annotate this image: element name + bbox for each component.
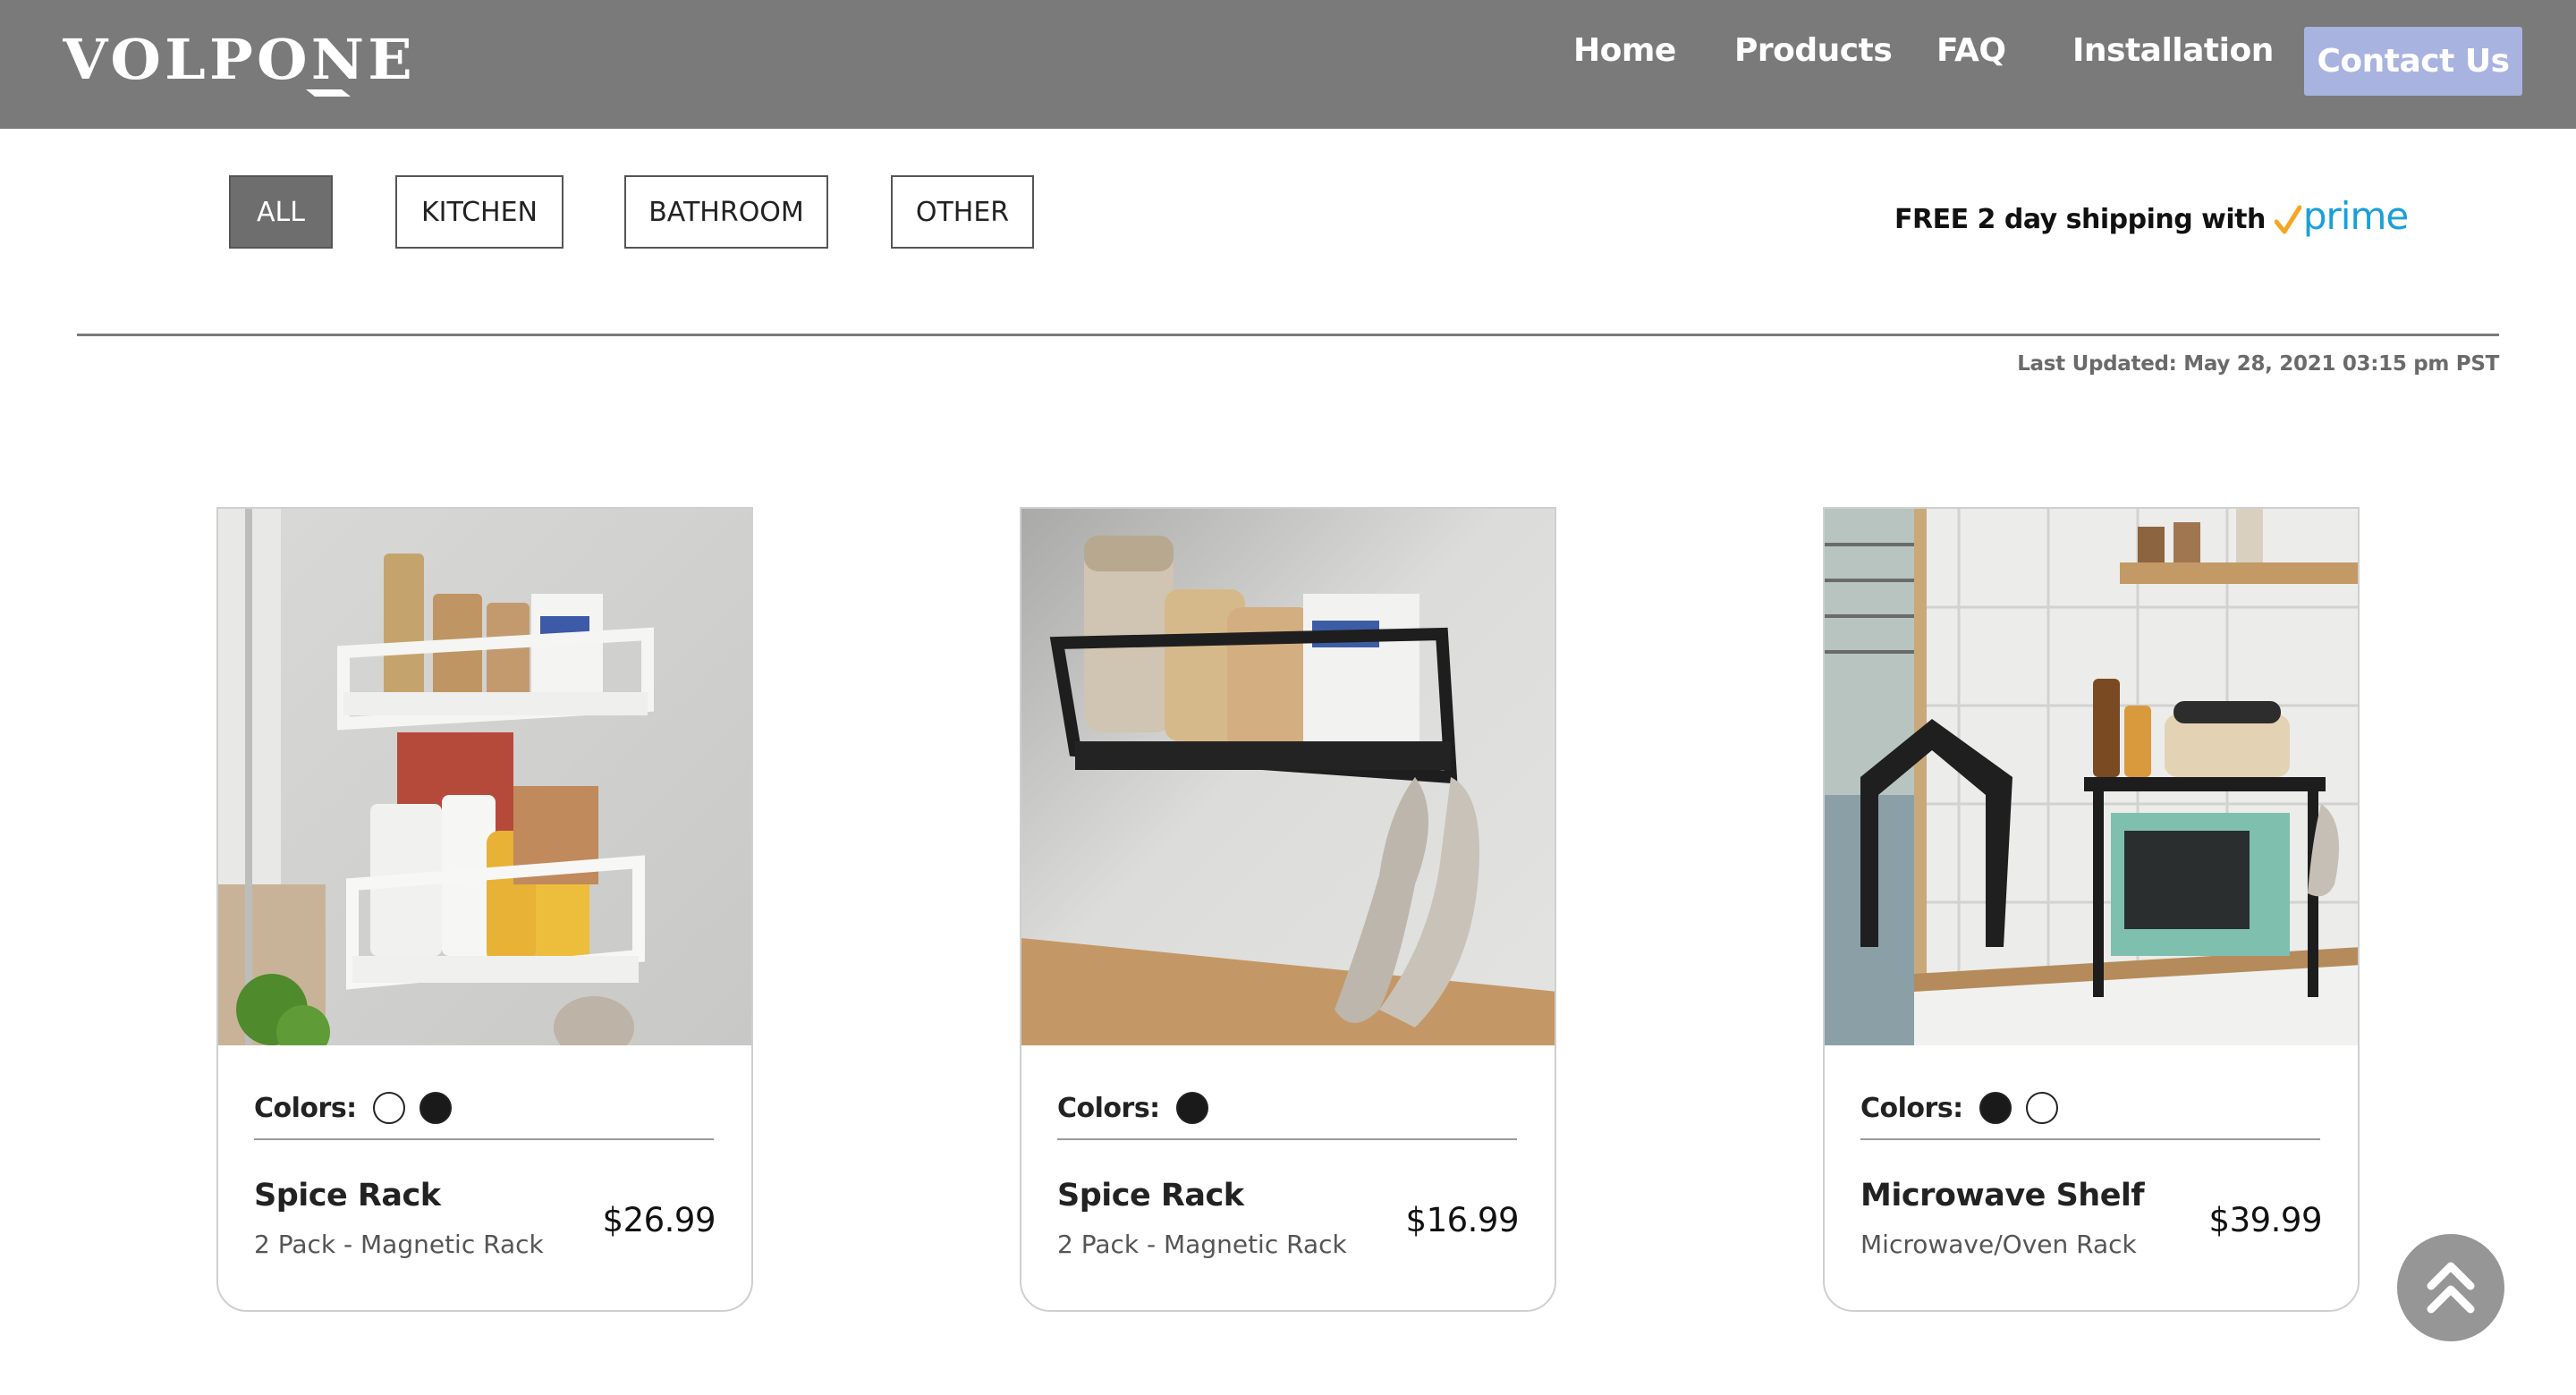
colors-label: Colors: (1057, 1092, 1160, 1124)
site-header: VOLPONE Home Products FAQ Installation C… (0, 0, 2576, 129)
prime-label: prime (2302, 193, 2409, 238)
colors-label: Colors: (254, 1092, 357, 1124)
product-card[interactable]: Colors: Spice Rack 2 Pack - Magnetic Rac… (1020, 507, 1556, 1312)
color-options: Colors: (254, 1090, 466, 1126)
color-options: Colors: (1057, 1090, 1223, 1126)
nav-installation[interactable]: Installation (2072, 32, 2274, 69)
volpone-logo[interactable]: VOLPONE (63, 21, 420, 98)
product-name[interactable]: Microwave Shelf (1860, 1178, 2145, 1213)
filter-all[interactable]: ALL (229, 175, 333, 249)
nav-products[interactable]: Products (1734, 32, 1893, 69)
color-swatch-black[interactable] (1175, 1092, 1208, 1124)
filter-other[interactable]: OTHER (891, 175, 1034, 249)
product-subtitle: 2 Pack - Magnetic Rack (1057, 1230, 1347, 1259)
color-options: Colors: (1860, 1090, 2072, 1126)
scroll-to-top-button[interactable] (2397, 1234, 2504, 1341)
last-updated: Last Updated: May 28, 2021 03:15 pm PST (2017, 352, 2499, 376)
white-double-spice-rack-photo (218, 509, 751, 1045)
product-image[interactable] (218, 509, 751, 1045)
card-divider (1860, 1138, 2320, 1140)
color-swatch-white[interactable] (372, 1092, 405, 1124)
shipping-banner: FREE 2 day shipping with prime (1894, 194, 2409, 241)
product-price: $26.99 (602, 1201, 716, 1239)
product-card[interactable]: Colors: Microwave Shelf Microwave/Oven R… (1823, 507, 2360, 1312)
section-divider (77, 334, 2499, 336)
colors-label: Colors: (1860, 1092, 1963, 1124)
card-divider (1057, 1138, 1517, 1140)
product-price: $39.99 (2208, 1201, 2323, 1239)
shipping-text: FREE 2 day shipping with (1894, 203, 2266, 235)
color-swatch-black[interactable] (1979, 1092, 2012, 1124)
product-subtitle: Microwave/Oven Rack (1860, 1230, 2137, 1259)
product-card[interactable]: Colors: Spice Rack 2 Pack - Magnetic Rac… (216, 507, 753, 1312)
product-price: $16.99 (1405, 1201, 1520, 1239)
black-spice-rack-photo (1021, 509, 1555, 1045)
card-divider (254, 1138, 714, 1140)
filter-kitchen[interactable]: KITCHEN (395, 175, 564, 249)
prime-check-icon (2274, 205, 2301, 234)
prime-logo: prime (2274, 194, 2409, 241)
product-subtitle: 2 Pack - Magnetic Rack (254, 1230, 544, 1259)
product-name[interactable]: Spice Rack (254, 1178, 441, 1213)
double-chevron-up-icon (2427, 1262, 2475, 1314)
color-swatch-black[interactable] (419, 1092, 452, 1124)
contact-us-button[interactable]: Contact Us (2304, 27, 2522, 96)
product-image[interactable] (1825, 509, 2358, 1045)
product-image[interactable] (1021, 509, 1555, 1045)
svg-text:VOLPONE: VOLPONE (63, 27, 416, 92)
filter-bathroom[interactable]: BATHROOM (624, 175, 828, 249)
product-name[interactable]: Spice Rack (1057, 1178, 1244, 1213)
microwave-shelf-photo (1825, 509, 2358, 1045)
nav-home[interactable]: Home (1573, 32, 1676, 69)
color-swatch-white[interactable] (2025, 1092, 2058, 1124)
nav-faq[interactable]: FAQ (1936, 32, 2006, 69)
